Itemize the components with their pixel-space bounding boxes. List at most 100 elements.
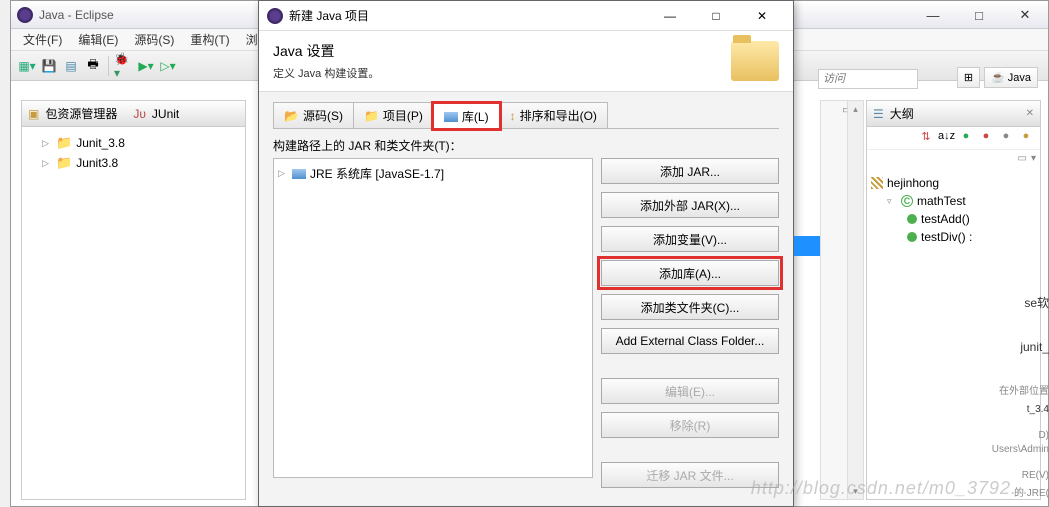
add-class-folder-button[interactable]: 添加类文件夹(C)... — [601, 294, 779, 320]
folder-graphic-icon — [731, 41, 779, 81]
class-node[interactable]: ▿ C mathTest — [871, 192, 1036, 210]
junit-tab-icon[interactable]: Jυ — [133, 107, 146, 121]
build-path-tabs: 📂源码(S) 📁项目(P) 库(L) ↕排序和导出(O) — [273, 102, 779, 129]
package-explorer-title: 包资源管理器 — [45, 105, 117, 122]
dialog-window-controls: — □ ✕ — [647, 1, 785, 31]
package-icon: ▣ — [28, 107, 39, 121]
eclipse-icon — [267, 8, 283, 24]
separator — [108, 56, 109, 76]
remove-button: 移除(R) — [601, 412, 779, 438]
dialog-header-text: Java 设置 定义 Java 构建设置。 — [273, 41, 379, 81]
outline-toolbar: ⇅ a↓z ● ● ● ● — [867, 127, 1040, 150]
project-icon: 📁 — [56, 135, 72, 151]
add-jar-button[interactable]: 添加 JAR... — [601, 158, 779, 184]
minimize-button[interactable]: — — [910, 1, 956, 29]
spacer — [601, 362, 779, 370]
stray-text: junit_ — [1020, 340, 1049, 354]
class-label: mathTest — [917, 194, 966, 208]
tab-libraries[interactable]: 库(L) — [433, 103, 500, 129]
stray-text: se软 — [1024, 294, 1049, 311]
menu-file[interactable]: 文件(F) — [15, 29, 70, 50]
outline-title: 大纲 — [890, 105, 914, 122]
package-label: hejinhong — [887, 176, 939, 190]
menu-edit[interactable]: 编辑(E) — [70, 29, 126, 50]
close-button[interactable]: ✕ — [1002, 1, 1048, 29]
junit-tab-label[interactable]: JUnit — [152, 107, 179, 121]
project-item[interactable]: ▷ 📁 Junit3.8 — [28, 153, 239, 173]
class-icon: C — [901, 195, 913, 207]
run-icon[interactable]: ▶▾ — [136, 56, 156, 76]
collapse-icon[interactable]: ▿ — [887, 196, 897, 207]
editor-area: ▭ □ ▴ ▾ — [820, 100, 864, 500]
dialog-heading: Java 设置 — [273, 41, 379, 61]
window-controls: — □ ✕ — [910, 1, 1048, 29]
libraries-tab-body: 构建路径上的 JAR 和类文件夹(T)： ▷ JRE 系统库 [JavaSE-1… — [259, 129, 793, 496]
vertical-scrollbar[interactable]: ▴ ▾ — [847, 101, 863, 499]
tab-source[interactable]: 📂源码(S) — [273, 102, 354, 128]
add-external-jar-button[interactable]: 添加外部 JAR(X)... — [601, 192, 779, 218]
jre-library-item[interactable]: ▷ JRE 系统库 [JavaSE-1.7] — [278, 163, 588, 184]
menu-refactor[interactable]: 重构(T) — [182, 29, 237, 50]
dialog-title: 新建 Java 项目 — [289, 7, 647, 24]
dialog-minimize-button[interactable]: — — [647, 1, 693, 31]
watermark: http://blog.csdn.net/m0_3792... — [751, 478, 1029, 499]
minimize-view-icon[interactable]: ▭ — [1018, 153, 1027, 164]
outline-view: ☰ 大纲 ✕ ⇅ a↓z ● ● ● ● ▭ ▾ hejinhong ▿ C m… — [866, 100, 1041, 500]
project-label: Junit3.8 — [76, 156, 118, 170]
stray-text: t_3.4 — [1027, 404, 1049, 415]
stray-text: Users\Admin — [992, 444, 1049, 455]
sort-icon[interactable]: ⇅ — [918, 130, 934, 146]
build-path-label: 构建路径上的 JAR 和类文件夹(T)： — [273, 137, 779, 154]
save-all-icon[interactable]: ▤ — [61, 56, 81, 76]
add-external-class-folder-button[interactable]: Add External Class Folder... — [601, 328, 779, 354]
public-method-icon — [907, 214, 917, 224]
outline-header: ☰ 大纲 ✕ — [867, 101, 1040, 127]
sort-az-icon[interactable]: a↓z — [938, 130, 954, 146]
menu-view-icon[interactable]: ▾ — [1031, 153, 1036, 164]
hide-fields-icon[interactable]: ● — [958, 130, 974, 146]
menu-source[interactable]: 源码(S) — [126, 29, 182, 50]
expand-icon[interactable]: ▷ — [278, 168, 288, 179]
spacer — [601, 446, 779, 454]
library-icon — [292, 169, 306, 179]
tab-projects[interactable]: 📁项目(P) — [353, 102, 434, 128]
package-explorer-view: ▣ 包资源管理器 Jυ JUnit ▷ 📁 Junit_3.8 ▷ 📁 Juni… — [21, 100, 246, 500]
expand-icon[interactable]: ▷ — [42, 138, 52, 149]
package-tree: ▷ 📁 Junit_3.8 ▷ 📁 Junit3.8 — [22, 127, 245, 179]
save-icon[interactable]: 💾 — [39, 56, 59, 76]
hide-nonpublic-icon[interactable]: ● — [998, 130, 1014, 146]
method-node[interactable]: testDiv() : — [871, 228, 1036, 246]
print-icon[interactable]: 🖶 — [83, 56, 103, 76]
method-label: testDiv() : — [921, 230, 972, 244]
stray-text: 在外部位置 — [999, 382, 1049, 397]
dialog-maximize-button[interactable]: □ — [693, 1, 739, 31]
package-explorer-header: ▣ 包资源管理器 Jυ JUnit — [22, 101, 245, 127]
close-view-icon[interactable]: ✕ — [1026, 108, 1034, 119]
outline-icon: ☰ — [873, 107, 884, 121]
tab-order-export[interactable]: ↕排序和导出(O) — [499, 102, 608, 128]
debug-icon[interactable]: 🐞▾ — [114, 56, 134, 76]
scroll-up-icon[interactable]: ▴ — [848, 101, 863, 117]
run-last-icon[interactable]: ▷▾ — [158, 56, 178, 76]
library-buttons: 添加 JAR... 添加外部 JAR(X)... 添加变量(V)... 添加库(… — [601, 158, 779, 488]
package-node[interactable]: hejinhong — [871, 174, 1036, 192]
hide-static-icon[interactable]: ● — [978, 130, 994, 146]
java-perspective-button[interactable]: ☕Java — [984, 67, 1038, 88]
libraries-area: ▷ JRE 系统库 [JavaSE-1.7] 添加 JAR... 添加外部 JA… — [273, 158, 779, 488]
eclipse-icon — [17, 7, 33, 23]
expand-icon[interactable]: ▷ — [42, 158, 52, 169]
open-perspective-button[interactable]: ⊞ — [957, 67, 980, 88]
add-library-button[interactable]: 添加库(A)... — [601, 260, 779, 286]
method-node[interactable]: testAdd() — [871, 210, 1036, 228]
libraries-tree[interactable]: ▷ JRE 系统库 [JavaSE-1.7] — [273, 158, 593, 478]
quick-access-input[interactable] — [818, 69, 918, 89]
method-label: testAdd() — [921, 212, 970, 226]
dialog-close-button[interactable]: ✕ — [739, 1, 785, 31]
maximize-button[interactable]: □ — [956, 1, 1002, 29]
new-icon[interactable]: ▦▾ — [17, 56, 37, 76]
project-icon: 📁 — [56, 155, 72, 171]
add-variable-button[interactable]: 添加变量(V)... — [601, 226, 779, 252]
project-item[interactable]: ▷ 📁 Junit_3.8 — [28, 133, 239, 153]
dialog-titlebar[interactable]: 新建 Java 项目 — □ ✕ — [259, 1, 793, 31]
hide-local-icon[interactable]: ● — [1018, 130, 1034, 146]
